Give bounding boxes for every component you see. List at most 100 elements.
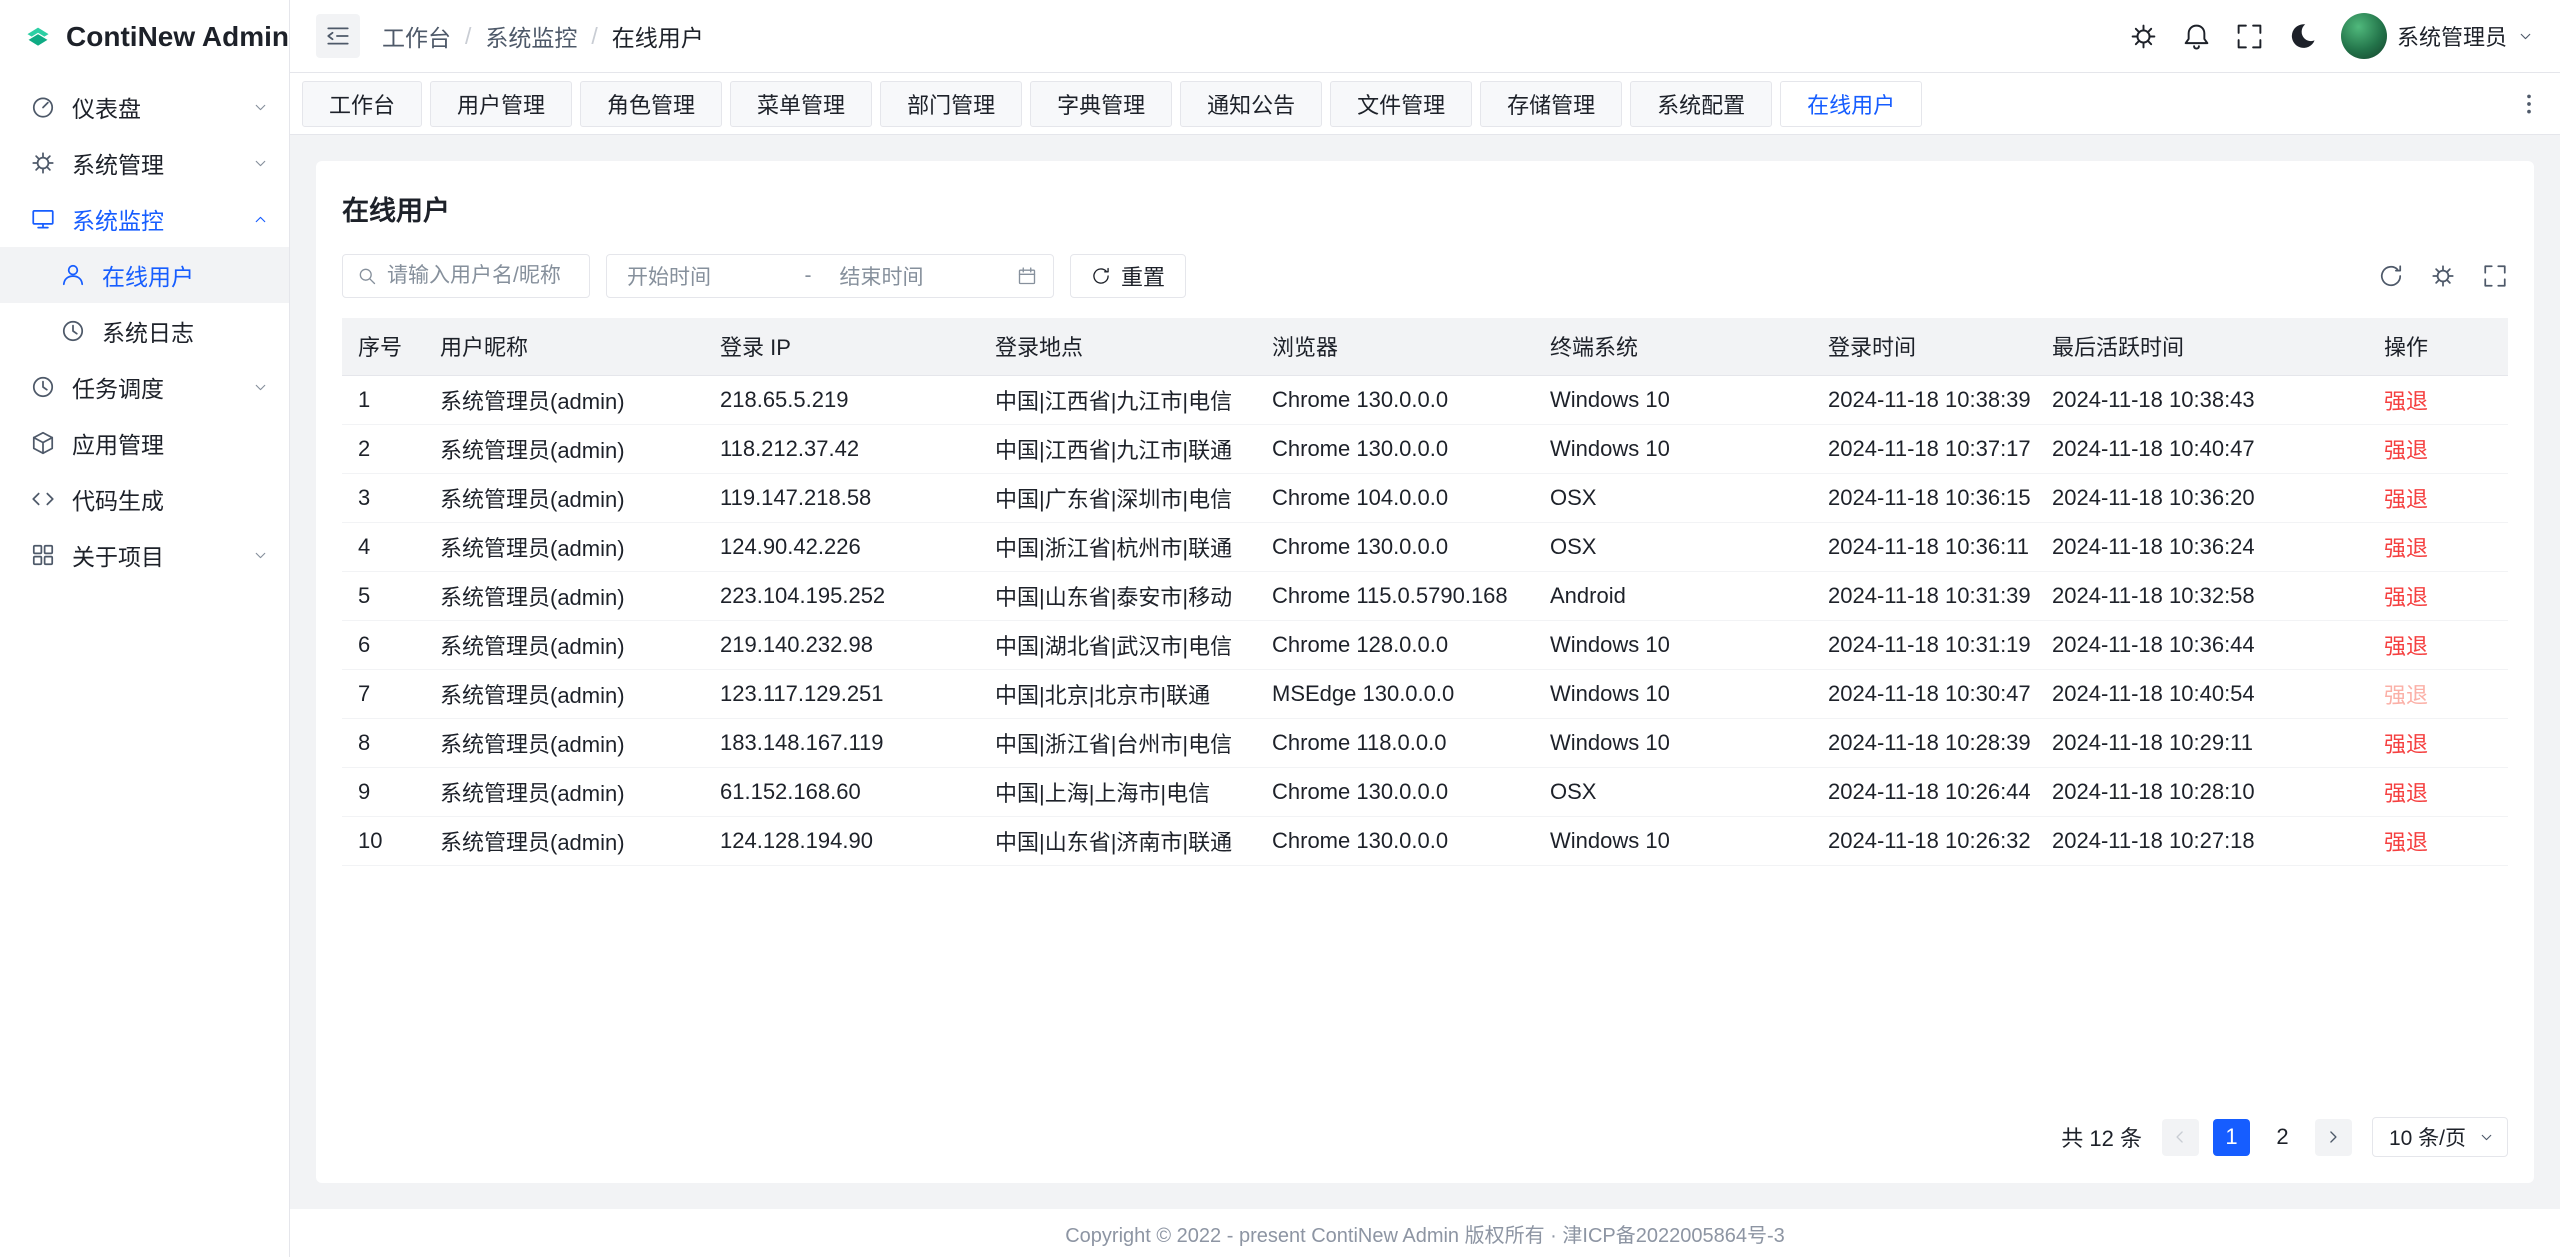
- reset-button[interactable]: 重置: [1070, 254, 1186, 298]
- tab-在线用户[interactable]: 在线用户: [1780, 81, 1922, 127]
- table-row: 2 系统管理员(admin) 118.212.37.42 中国|江西省|九江市|…: [342, 424, 2508, 473]
- pagination: 共 12 条 12 10 条/页: [342, 1093, 2508, 1157]
- tab-工作台[interactable]: 工作台: [302, 81, 422, 127]
- settings-button[interactable]: [2129, 22, 2158, 51]
- breadcrumb-item[interactable]: 系统监控: [485, 19, 577, 53]
- cell-ip: 183.148.167.119: [704, 718, 979, 767]
- cell-last-active: 2024-11-18 10:40:54: [2036, 669, 2368, 718]
- tab-菜单管理[interactable]: 菜单管理: [730, 81, 872, 127]
- tab-label: 在线用户: [1807, 88, 1895, 120]
- search-input[interactable]: [387, 264, 575, 288]
- cell-os: Windows 10: [1534, 718, 1812, 767]
- menu-fold-icon: [325, 23, 351, 49]
- table-tools: [2378, 263, 2508, 289]
- page-size-value: 10 条/页: [2389, 1122, 2466, 1152]
- cell-index: 3: [342, 473, 424, 522]
- fullscreen-icon: [2482, 263, 2508, 289]
- chevron-down-icon: [2517, 28, 2534, 45]
- table-fullscreen-button[interactable]: [2482, 263, 2508, 289]
- fullscreen-icon: [2235, 22, 2264, 51]
- force-logout-link[interactable]: 强退: [2384, 732, 2428, 757]
- cell-location: 中国|浙江省|台州市|电信: [979, 718, 1256, 767]
- force-logout-link[interactable]: 强退: [2384, 438, 2428, 463]
- sidebar-item-system-management[interactable]: 系统管理: [0, 135, 289, 191]
- sidebar-item-system-logs[interactable]: 系统日志: [0, 303, 289, 359]
- force-logout-link[interactable]: 强退: [2384, 634, 2428, 659]
- pagination-page-2[interactable]: 2: [2264, 1119, 2301, 1156]
- pagination-pages: 12: [2213, 1119, 2301, 1156]
- tab-actions-button[interactable]: [2516, 91, 2542, 117]
- column-header: 序号: [342, 318, 424, 375]
- tab-存储管理[interactable]: 存储管理: [1480, 81, 1622, 127]
- chevron-down-icon: [2478, 1129, 2495, 1146]
- sidebar-item-code-generation[interactable]: 代码生成: [0, 471, 289, 527]
- table-refresh-button[interactable]: [2378, 263, 2404, 289]
- sidebar-collapse-button[interactable]: [316, 14, 360, 58]
- cell-last-active: 2024-11-18 10:29:11: [2036, 718, 2368, 767]
- cell-browser: Chrome 130.0.0.0: [1256, 424, 1534, 473]
- sidebar-item-label: 仪表盘: [72, 90, 236, 124]
- sidebar-item-label: 任务调度: [72, 370, 236, 404]
- notifications-button[interactable]: [2182, 22, 2211, 51]
- online-users-table: 序号用户昵称登录 IP登录地点浏览器终端系统登录时间最后活跃时间操作 1 系统管…: [342, 318, 2508, 866]
- fullscreen-button[interactable]: [2235, 22, 2264, 51]
- sidebar-item-label: 代码生成: [72, 482, 269, 516]
- date-range-picker[interactable]: 开始时间 - 结束时间: [606, 254, 1054, 298]
- column-header: 浏览器: [1256, 318, 1534, 375]
- cell-nickname: 系统管理员(admin): [424, 767, 704, 816]
- app-logo[interactable]: ContiNew Admin: [0, 0, 289, 73]
- force-logout-link[interactable]: 强退: [2384, 683, 2428, 708]
- page-size-select[interactable]: 10 条/页: [2372, 1117, 2508, 1157]
- breadcrumb-item[interactable]: 在线用户: [612, 19, 704, 53]
- sidebar-item-about-project[interactable]: 关于项目: [0, 527, 289, 583]
- table-settings-button[interactable]: [2430, 263, 2456, 289]
- tab-字典管理[interactable]: 字典管理: [1030, 81, 1172, 127]
- cell-nickname: 系统管理员(admin): [424, 718, 704, 767]
- cell-location: 中国|上海|上海市|电信: [979, 767, 1256, 816]
- column-header: 登录时间: [1812, 318, 2036, 375]
- cell-os: Windows 10: [1534, 424, 1812, 473]
- table-header-row: 序号用户昵称登录 IP登录地点浏览器终端系统登录时间最后活跃时间操作: [342, 318, 2508, 375]
- breadcrumb-item[interactable]: 工作台: [382, 19, 451, 53]
- sidebar-item-dashboard[interactable]: 仪表盘: [0, 79, 289, 135]
- cell-index: 7: [342, 669, 424, 718]
- tab-文件管理[interactable]: 文件管理: [1330, 81, 1472, 127]
- sidebar-item-system-monitor[interactable]: 系统监控: [0, 191, 289, 247]
- cell-login-time: 2024-11-18 10:36:11: [1812, 522, 2036, 571]
- tab-label: 角色管理: [607, 88, 695, 120]
- force-logout-link[interactable]: 强退: [2384, 830, 2428, 855]
- force-logout-link[interactable]: 强退: [2384, 781, 2428, 806]
- toolbar: 开始时间 - 结束时间 重置: [342, 254, 2508, 298]
- chevron-down-icon: [252, 155, 269, 172]
- tab-通知公告[interactable]: 通知公告: [1180, 81, 1322, 127]
- gear-icon: [30, 150, 56, 176]
- tab-系统配置[interactable]: 系统配置: [1630, 81, 1772, 127]
- breadcrumb-separator: /: [465, 23, 471, 50]
- sidebar-item-task-schedule[interactable]: 任务调度: [0, 359, 289, 415]
- pagination-prev-button[interactable]: [2162, 1119, 2199, 1156]
- dark-mode-button[interactable]: [2288, 22, 2317, 51]
- pagination-next-button[interactable]: [2315, 1119, 2352, 1156]
- tab-部门管理[interactable]: 部门管理: [880, 81, 1022, 127]
- tab-角色管理[interactable]: 角色管理: [580, 81, 722, 127]
- user-menu[interactable]: 系统管理员: [2341, 13, 2534, 59]
- avatar: [2341, 13, 2387, 59]
- sidebar-item-app-management[interactable]: 应用管理: [0, 415, 289, 471]
- history-icon: [60, 318, 86, 344]
- cell-os: OSX: [1534, 522, 1812, 571]
- gear-icon: [2129, 22, 2158, 51]
- tab-用户管理[interactable]: 用户管理: [430, 81, 572, 127]
- pagination-page-1[interactable]: 1: [2213, 1119, 2250, 1156]
- cell-location: 中国|江西省|九江市|联通: [979, 424, 1256, 473]
- tab-label: 系统配置: [1657, 88, 1745, 120]
- force-logout-link[interactable]: 强退: [2384, 389, 2428, 414]
- sidebar-item-online-users[interactable]: 在线用户: [0, 247, 289, 303]
- bell-icon: [2182, 22, 2211, 51]
- cell-login-time: 2024-11-18 10:26:32: [1812, 816, 2036, 865]
- cell-location: 中国|湖北省|武汉市|电信: [979, 620, 1256, 669]
- force-logout-link[interactable]: 强退: [2384, 487, 2428, 512]
- force-logout-link[interactable]: 强退: [2384, 585, 2428, 610]
- force-logout-link[interactable]: 强退: [2384, 536, 2428, 561]
- chevron-up-icon: [252, 211, 269, 228]
- cell-login-time: 2024-11-18 10:28:39: [1812, 718, 2036, 767]
